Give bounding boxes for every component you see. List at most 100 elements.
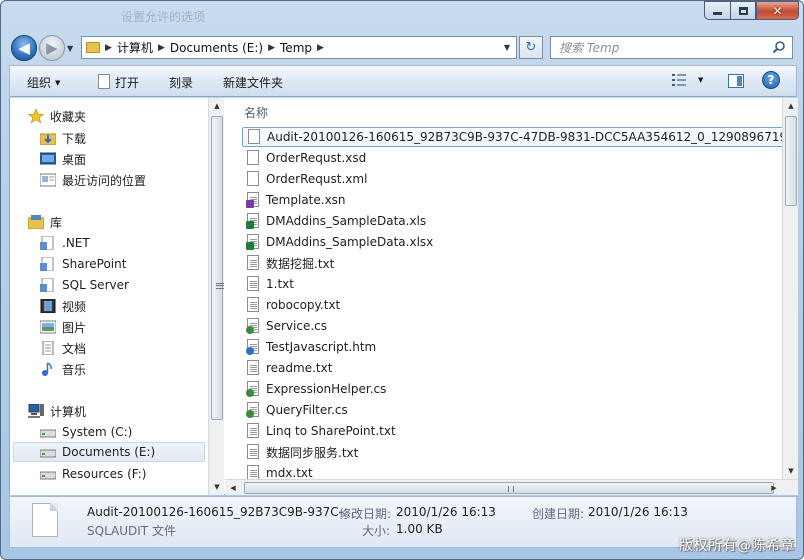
file-row[interactable]: 数据挖掘.txt <box>242 253 334 273</box>
nav-recent-places[interactable]: 最近访问的位置 <box>40 170 146 190</box>
cs-file-icon <box>246 318 260 334</box>
file-row[interactable]: 数据同步服务.txt <box>242 442 358 462</box>
file-name: Template.xsn <box>266 193 346 207</box>
file-row[interactable]: 1.txt <box>242 274 294 294</box>
scroll-up-arrow[interactable]: ▲ <box>209 98 225 114</box>
chevron-right-icon[interactable]: ▶ <box>317 43 324 53</box>
file-list[interactable]: 名称 Audit-20100126-160615_92B73C9B-937C-4… <box>225 98 798 495</box>
maximize-button[interactable] <box>730 1 756 20</box>
file-row[interactable]: Audit-20100126-160615_92B73C9B-937C-47DB… <box>242 127 798 147</box>
nav-library-dotnet[interactable]: .NET <box>40 233 90 253</box>
help-icon[interactable]: ? <box>762 71 780 89</box>
doc-file-icon <box>246 150 260 166</box>
open-button[interactable]: 打开 <box>98 74 139 91</box>
nav-library-sql-server[interactable]: SQL Server <box>40 275 129 295</box>
scroll-down-arrow[interactable]: ▼ <box>209 479 225 495</box>
navigation-scrollbar[interactable]: ▲ ▼ <box>208 98 224 495</box>
scroll-right-arrow[interactable]: ▶ <box>766 480 782 495</box>
grip-icon <box>508 486 514 492</box>
address-history-dropdown[interactable]: ▼ <box>504 43 510 52</box>
size-value: 1.00 KB <box>396 522 443 536</box>
nav-drive-c[interactable]: System (C:) <box>40 422 132 442</box>
forward-button[interactable]: ▶ <box>39 35 65 61</box>
file-row[interactable]: readme.txt <box>242 358 332 378</box>
search-icon[interactable] <box>772 40 786 54</box>
address-bar[interactable]: ▶ 计算机 ▶ Documents (E:) ▶ Temp ▶ ▼ <box>81 36 517 59</box>
nav-drive-f[interactable]: Resources (F:) <box>40 464 146 484</box>
file-thumbnail-icon <box>32 503 58 537</box>
file-row[interactable]: DMAddins_SampleData.xls <box>242 211 426 231</box>
grip-icon <box>216 283 224 289</box>
file-row[interactable]: ExpressionHelper.cs <box>242 379 386 399</box>
recent-places-icon <box>40 173 56 187</box>
nav-library-pictures[interactable]: 图片 <box>40 317 86 337</box>
txt-file-icon <box>246 255 260 271</box>
refresh-button[interactable]: ↻ <box>519 36 543 59</box>
file-row[interactable]: Template.xsn <box>242 190 346 210</box>
nav-computer[interactable]: 计算机 <box>28 401 86 421</box>
file-row[interactable]: DMAddins_SampleData.xlsx <box>242 232 433 252</box>
file-name: robocopy.txt <box>266 298 341 312</box>
music-icon <box>42 362 52 376</box>
breadcrumb-documents[interactable]: Documents (E:) <box>170 41 263 55</box>
scroll-thumb[interactable] <box>785 116 797 206</box>
nav-favorites[interactable]: 收藏夹 <box>28 106 86 126</box>
file-row[interactable]: OrderRequst.xsd <box>242 148 366 168</box>
cs-file-icon <box>246 402 260 418</box>
column-header-name[interactable]: 名称 <box>244 104 268 121</box>
scroll-down-arrow[interactable]: ▼ <box>783 463 798 479</box>
nav-drive-e[interactable]: Documents (E:) <box>13 442 205 462</box>
nav-downloads[interactable]: 下载 <box>40 128 86 148</box>
txt-file-icon <box>246 360 260 376</box>
chevron-right-icon[interactable]: ▶ <box>268 43 275 53</box>
scroll-thumb[interactable] <box>211 116 224 420</box>
file-row[interactable]: QueryFilter.cs <box>242 400 348 420</box>
search-input[interactable]: 搜索 Temp <box>559 39 619 56</box>
scroll-up-arrow[interactable]: ▲ <box>783 98 798 114</box>
file-name: Service.cs <box>266 319 328 333</box>
new-folder-button[interactable]: 新建文件夹 <box>223 74 283 91</box>
view-dropdown-icon[interactable]: ▼ <box>698 76 703 84</box>
download-folder-icon <box>40 133 56 145</box>
close-button[interactable]: ✕ <box>756 1 799 20</box>
folder-icon <box>86 42 100 53</box>
burn-button[interactable]: 刻录 <box>169 74 193 91</box>
file-horizontal-scrollbar[interactable]: ◀ ▶ <box>225 479 798 495</box>
navigation-pane[interactable]: 收藏夹 下载 桌面 最近访问的位置 库 .NET SharePoint SQL … <box>10 98 208 495</box>
nav-label: 视频 <box>62 299 87 314</box>
file-row[interactable]: robocopy.txt <box>242 295 340 315</box>
new-folder-label: 新建文件夹 <box>223 76 284 90</box>
close-icon: ✕ <box>772 3 783 18</box>
file-name: 数据挖掘.txt <box>266 256 335 271</box>
file-vertical-scrollbar[interactable]: ▲ ▼ <box>782 98 798 479</box>
nav-library-sharepoint[interactable]: SharePoint <box>40 254 126 274</box>
file-row[interactable]: Linq to SharePoint.txt <box>242 421 396 441</box>
breadcrumb-computer[interactable]: 计算机 <box>117 39 153 56</box>
chevron-down-icon: ▼ <box>55 78 61 87</box>
minimize-button[interactable] <box>704 1 730 20</box>
view-options-icon[interactable] <box>672 74 686 86</box>
file-row[interactable]: Service.cs <box>242 316 327 336</box>
chevron-right-icon[interactable]: ▶ <box>158 43 165 53</box>
nav-library-music[interactable]: 音乐 <box>40 359 86 379</box>
scroll-left-arrow[interactable]: ◀ <box>225 480 241 495</box>
minimize-icon <box>713 12 722 15</box>
organize-button[interactable]: 组织 ▼ <box>27 74 60 91</box>
file-name: ExpressionHelper.cs <box>266 382 387 396</box>
preview-pane-icon[interactable] <box>728 74 744 88</box>
search-box[interactable]: 搜索 Temp <box>550 36 793 59</box>
nav-libraries[interactable]: 库 <box>28 212 62 232</box>
back-button[interactable]: ◀ <box>11 35 37 61</box>
file-row[interactable]: TestJavascript.htm <box>242 337 376 357</box>
nav-desktop[interactable]: 桌面 <box>40 149 86 169</box>
nav-library-videos[interactable]: 视频 <box>40 296 86 316</box>
scroll-thumb[interactable] <box>244 482 774 494</box>
chevron-right-icon[interactable]: ▶ <box>105 43 112 53</box>
file-row[interactable]: OrderRequst.xml <box>242 169 367 189</box>
breadcrumb-temp[interactable]: Temp <box>280 41 312 55</box>
size-label: 大小: <box>362 524 391 538</box>
refresh-icon: ↻ <box>525 40 537 55</box>
nav-label: 收藏夹 <box>50 109 87 124</box>
recent-pages-dropdown[interactable]: ▼ <box>67 44 73 53</box>
nav-library-documents[interactable]: 文档 <box>40 338 86 358</box>
